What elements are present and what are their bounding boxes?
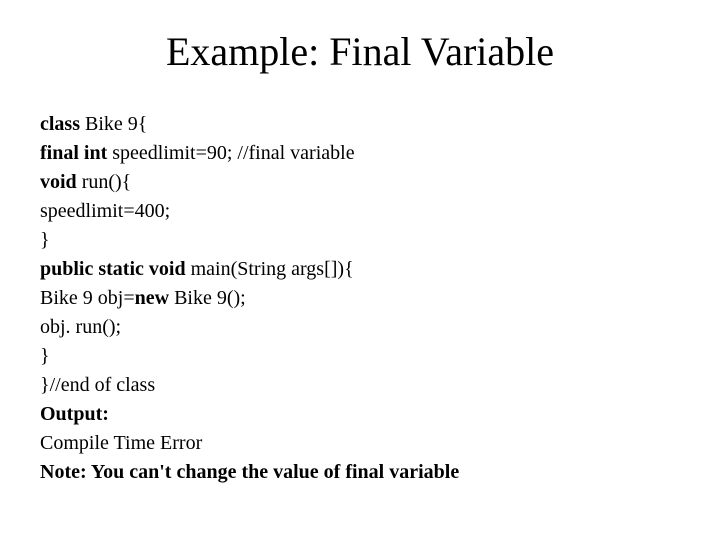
code-text: Bike 9{ bbox=[80, 113, 147, 135]
code-line-3: void run(){ bbox=[40, 169, 680, 196]
keyword-public-static-void: public static void bbox=[40, 258, 186, 280]
output-value: Compile Time Error bbox=[40, 430, 680, 457]
slide-body: class Bike 9{ final int speedlimit=90; /… bbox=[40, 111, 680, 486]
code-line-7: Bike 9 obj=new Bike 9(); bbox=[40, 285, 680, 312]
code-line-10: }//end of class bbox=[40, 372, 680, 399]
code-text: main(String args[]){ bbox=[186, 258, 354, 280]
code-line-4: speedlimit=400; bbox=[40, 198, 680, 225]
keyword-void: void bbox=[40, 171, 77, 193]
code-text: speedlimit=90; //final variable bbox=[107, 142, 354, 164]
code-text: run(){ bbox=[77, 171, 132, 193]
code-line-5: } bbox=[40, 227, 680, 254]
slide: Example: Final Variable class Bike 9{ fi… bbox=[0, 0, 720, 540]
keyword-final-int: final int bbox=[40, 142, 107, 164]
slide-title: Example: Final Variable bbox=[40, 28, 680, 75]
code-line-2: final int speedlimit=90; //final variabl… bbox=[40, 140, 680, 167]
code-text: Bike 9 obj= bbox=[40, 287, 135, 309]
keyword-new: new bbox=[135, 287, 169, 309]
note-line: Note: You can't change the value of fina… bbox=[40, 459, 680, 486]
code-line-8: obj. run(); bbox=[40, 314, 680, 341]
code-text: Bike 9(); bbox=[169, 287, 246, 309]
code-line-1: class Bike 9{ bbox=[40, 111, 680, 138]
keyword-class: class bbox=[40, 113, 80, 135]
code-line-9: } bbox=[40, 343, 680, 370]
output-label: Output: bbox=[40, 401, 680, 428]
code-line-6: public static void main(String args[]){ bbox=[40, 256, 680, 283]
